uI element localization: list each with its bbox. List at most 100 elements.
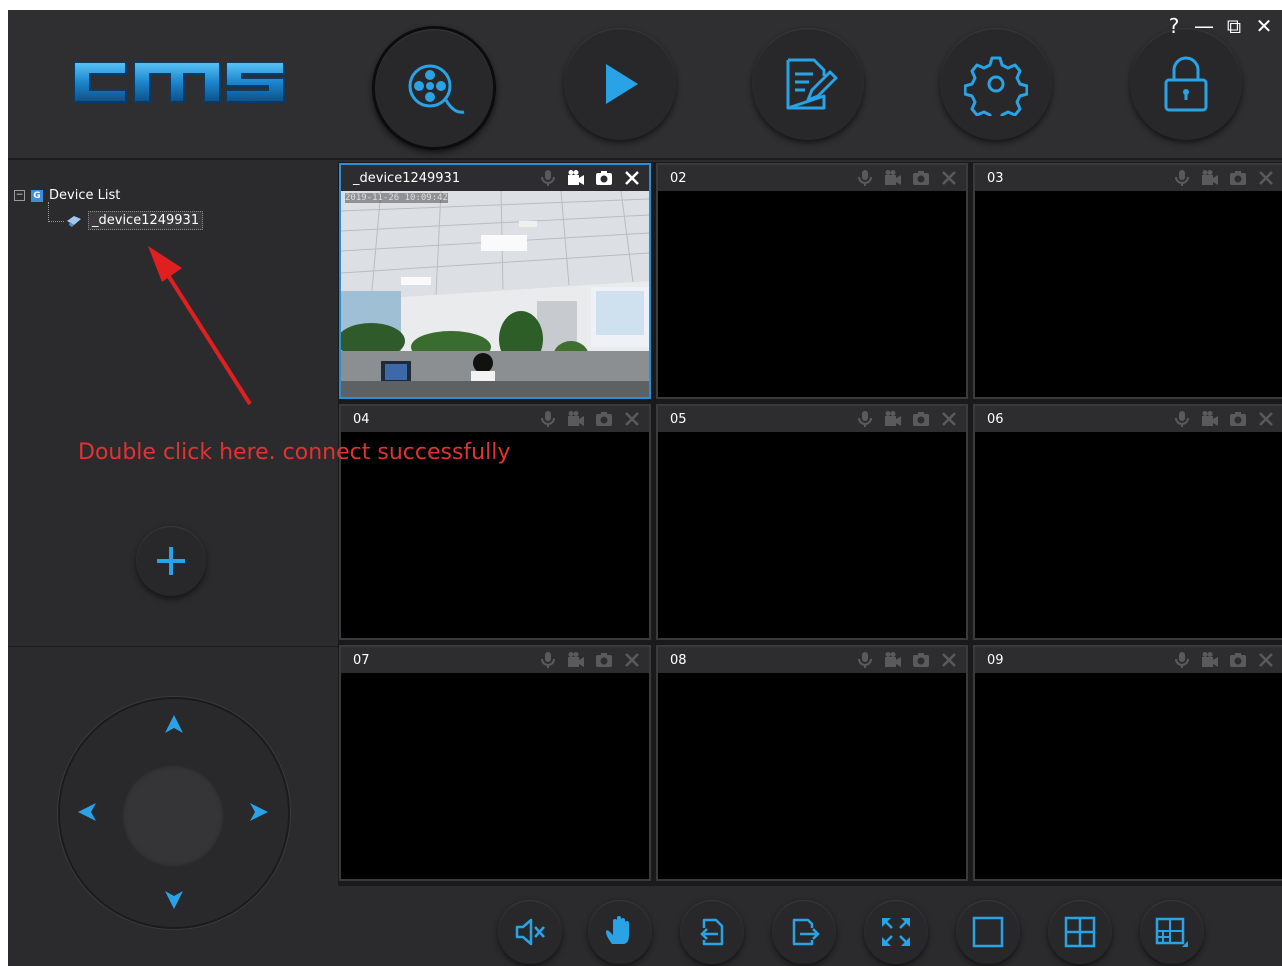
close-button[interactable]: ✕ bbox=[1252, 14, 1276, 38]
ptz-hand-button[interactable] bbox=[588, 900, 652, 964]
help-button[interactable]: ? bbox=[1162, 14, 1186, 38]
cell-title: 02 bbox=[670, 170, 687, 186]
custom-layout-button[interactable] bbox=[1140, 900, 1204, 964]
fullscreen-icon bbox=[882, 918, 910, 946]
arrow-right-icon[interactable] bbox=[248, 801, 270, 823]
cell-header: 02 bbox=[658, 165, 966, 191]
video-cell[interactable]: 06 bbox=[973, 404, 1282, 640]
record-icon[interactable] bbox=[567, 651, 585, 669]
record-icon[interactable] bbox=[884, 410, 902, 428]
microphone-icon[interactable] bbox=[539, 651, 557, 669]
cell-title: 05 bbox=[670, 411, 687, 427]
single-view-button[interactable] bbox=[956, 900, 1020, 964]
snapshot-icon[interactable] bbox=[912, 651, 930, 669]
layout-1-icon bbox=[972, 916, 1004, 948]
snapshot-icon[interactable] bbox=[1229, 410, 1247, 428]
close-icon[interactable] bbox=[623, 410, 641, 428]
restore-button[interactable]: ⧉ bbox=[1222, 14, 1246, 38]
microphone-icon[interactable] bbox=[539, 169, 557, 187]
snapshot-icon[interactable] bbox=[912, 410, 930, 428]
close-icon[interactable] bbox=[1257, 169, 1275, 187]
record-icon[interactable] bbox=[884, 651, 902, 669]
snapshot-icon[interactable] bbox=[1229, 651, 1247, 669]
record-icon[interactable] bbox=[1201, 410, 1219, 428]
close-icon[interactable] bbox=[940, 410, 958, 428]
live-view-button[interactable] bbox=[372, 26, 496, 150]
microphone-icon[interactable] bbox=[856, 651, 874, 669]
snapshot-icon[interactable] bbox=[595, 410, 613, 428]
lock-button[interactable] bbox=[1130, 28, 1242, 140]
cell-title: 07 bbox=[353, 652, 370, 668]
arrow-left-icon[interactable] bbox=[76, 801, 98, 823]
cms-logo bbox=[73, 61, 285, 103]
cell-icons bbox=[1173, 651, 1275, 669]
record-icon[interactable] bbox=[567, 410, 585, 428]
record-icon[interactable] bbox=[567, 169, 585, 187]
collapse-icon[interactable]: − bbox=[14, 190, 25, 201]
left-panel: − G Device List _device1249931 Double cl… bbox=[8, 160, 510, 966]
cell-title: 06 bbox=[987, 411, 1004, 427]
arrow-up-icon[interactable] bbox=[163, 713, 185, 735]
device-panel: − G Device List _device1249931 Double cl… bbox=[8, 160, 510, 644]
video-cell[interactable]: 03 bbox=[973, 163, 1282, 399]
video-cell[interactable]: _device1249931 2019-11-26 10:09:42 bbox=[339, 163, 651, 399]
video-cell[interactable]: 05 bbox=[656, 404, 968, 640]
microphone-icon[interactable] bbox=[1173, 410, 1191, 428]
cms-window: ? — ⧉ ✕ − G Device List _device1249931 D… bbox=[8, 10, 1282, 966]
snapshot-icon[interactable] bbox=[595, 651, 613, 669]
close-icon[interactable] bbox=[623, 169, 641, 187]
ptz-center-button[interactable] bbox=[122, 765, 224, 867]
settings-button[interactable] bbox=[940, 28, 1052, 140]
playback-button[interactable] bbox=[564, 28, 676, 140]
record-icon[interactable] bbox=[884, 169, 902, 187]
instruction-text: Double click here. connect successfully bbox=[78, 440, 511, 465]
log-button[interactable] bbox=[752, 28, 864, 140]
cell-icons bbox=[856, 169, 958, 187]
previous-page-button[interactable] bbox=[680, 900, 744, 964]
video-cell[interactable]: 07 bbox=[339, 645, 651, 881]
settings-gear-icon bbox=[964, 56, 1028, 116]
close-icon[interactable] bbox=[623, 651, 641, 669]
microphone-icon[interactable] bbox=[1173, 651, 1191, 669]
video-cell[interactable]: 09 bbox=[973, 645, 1282, 881]
camera-feed: 2019-11-26 10:09:42 bbox=[341, 191, 649, 397]
record-icon[interactable] bbox=[1201, 651, 1219, 669]
record-icon[interactable] bbox=[1201, 169, 1219, 187]
window-controls: ? — ⧉ ✕ bbox=[1162, 14, 1276, 38]
cell-header: 07 bbox=[341, 647, 649, 673]
close-icon[interactable] bbox=[940, 169, 958, 187]
close-icon[interactable] bbox=[1257, 651, 1275, 669]
arrow-down-icon[interactable] bbox=[163, 889, 185, 911]
cell-icons bbox=[1173, 169, 1275, 187]
snapshot-icon[interactable] bbox=[912, 169, 930, 187]
video-cell[interactable]: 08 bbox=[656, 645, 968, 881]
cell-icons bbox=[856, 410, 958, 428]
cell-header: 08 bbox=[658, 647, 966, 673]
video-cell[interactable]: 02 bbox=[656, 163, 968, 399]
add-device-button[interactable] bbox=[136, 526, 206, 596]
snapshot-icon[interactable] bbox=[595, 169, 613, 187]
microphone-icon[interactable] bbox=[856, 169, 874, 187]
minimize-button[interactable]: — bbox=[1192, 14, 1216, 38]
camera-device-icon bbox=[67, 215, 81, 227]
tree-connector bbox=[48, 221, 64, 223]
microphone-icon[interactable] bbox=[856, 410, 874, 428]
film-reel-icon bbox=[408, 64, 465, 114]
quad-view-button[interactable] bbox=[1048, 900, 1112, 964]
cell-header: 03 bbox=[975, 165, 1282, 191]
device-tree-root[interactable]: − G Device List bbox=[14, 188, 120, 203]
next-page-button[interactable] bbox=[772, 900, 836, 964]
close-icon[interactable] bbox=[1257, 410, 1275, 428]
microphone-icon[interactable] bbox=[539, 410, 557, 428]
timestamp-overlay: 2019-11-26 10:09:42 bbox=[345, 193, 448, 203]
cell-icons bbox=[539, 651, 641, 669]
device-tree-item[interactable]: _device1249931 bbox=[66, 211, 204, 230]
red-arrow-annotation bbox=[148, 246, 252, 406]
device-label[interactable]: _device1249931 bbox=[88, 211, 204, 230]
ptz-panel bbox=[8, 646, 338, 966]
close-icon[interactable] bbox=[940, 651, 958, 669]
mute-button[interactable] bbox=[498, 900, 562, 964]
snapshot-icon[interactable] bbox=[1229, 169, 1247, 187]
microphone-icon[interactable] bbox=[1173, 169, 1191, 187]
fullscreen-button[interactable] bbox=[864, 900, 928, 964]
